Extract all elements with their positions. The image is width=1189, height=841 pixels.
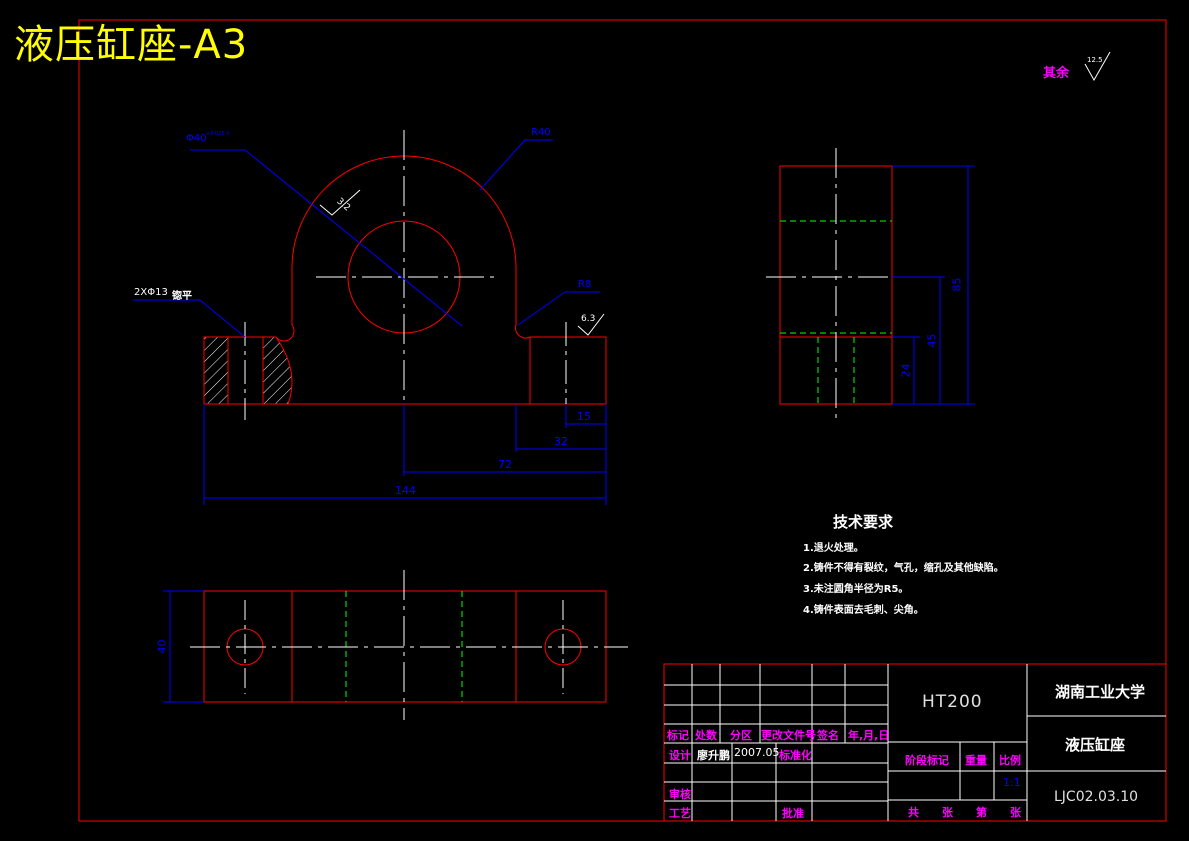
sheets-label: 共 张 第 张 xyxy=(908,806,1027,819)
weight-label: 重量 xyxy=(965,754,987,767)
stage-label: 阶段标记 xyxy=(905,754,949,767)
top-view xyxy=(163,570,628,720)
dim-32: 32 xyxy=(554,435,568,448)
dim-144: 144 xyxy=(395,484,416,497)
design-date: 2007.05 xyxy=(734,746,780,759)
school-name: 湖南工业大学 xyxy=(1055,683,1146,701)
designer-name: 廖升鹏 xyxy=(697,749,730,762)
tech-item: 4.铸件表面去毛刺、尖角。 xyxy=(803,605,924,616)
part-name: 液压缸座 xyxy=(1065,736,1126,754)
header-zone: 分区 xyxy=(730,729,752,742)
tech-requirements-title: 技术要求 xyxy=(833,513,894,531)
header-signature: 签名 xyxy=(817,729,839,742)
dim-85: 85 xyxy=(950,277,964,292)
fillet-radius-label: R8 xyxy=(578,279,592,290)
hole-note-label: 2XΦ13 xyxy=(134,287,168,298)
tech-item: 1.退火处理。 xyxy=(803,543,864,554)
dim-45: 45 xyxy=(925,333,939,348)
dim-15: 15 xyxy=(577,410,591,423)
header-date: 年,月,日 xyxy=(848,729,890,742)
dim-72: 72 xyxy=(498,458,512,471)
review-label: 审核 xyxy=(669,788,691,801)
material-label: HT200 xyxy=(922,692,983,712)
tech-item: 3.未注圆角半径为R5。 xyxy=(803,584,909,595)
dim-40: 40 xyxy=(155,639,169,654)
header-count: 处数 xyxy=(695,729,717,742)
tech-item: 2.铸件不得有裂纹，气孔，缩孔及其他缺陷。 xyxy=(803,563,1004,574)
sheet-border xyxy=(78,19,1167,822)
scale-value: 1:1 xyxy=(1003,776,1021,789)
dim-24: 24 xyxy=(899,363,913,378)
engineering-drawing xyxy=(78,19,1167,822)
header-change-doc: 更改文件号 xyxy=(761,729,816,742)
bore-dia-label: Φ40 xyxy=(186,133,207,144)
standardize-label: 标准化 xyxy=(779,749,812,762)
header-mark: 标记 xyxy=(667,729,689,742)
design-label: 设计 xyxy=(669,749,691,762)
hole-note-suffix: 锪平 xyxy=(172,291,192,302)
sheet-title: 液压缸座-A3 xyxy=(14,22,249,68)
side-view xyxy=(766,148,975,422)
roughness-note-value: 12.5 xyxy=(1087,56,1103,64)
scale-label: 比例 xyxy=(999,754,1021,767)
outer-radius-label: R40 xyxy=(531,127,551,138)
roughness-base-label: 6.3 xyxy=(581,314,596,324)
front-view xyxy=(133,130,607,505)
roughness-note-label: 其余 xyxy=(1043,66,1070,81)
drawing-number: LJC02.03.10 xyxy=(1054,789,1139,805)
process-label: 工艺 xyxy=(669,807,691,820)
bore-tol-label: +0.025 0 xyxy=(206,131,230,137)
approve-label: 批准 xyxy=(782,807,804,820)
